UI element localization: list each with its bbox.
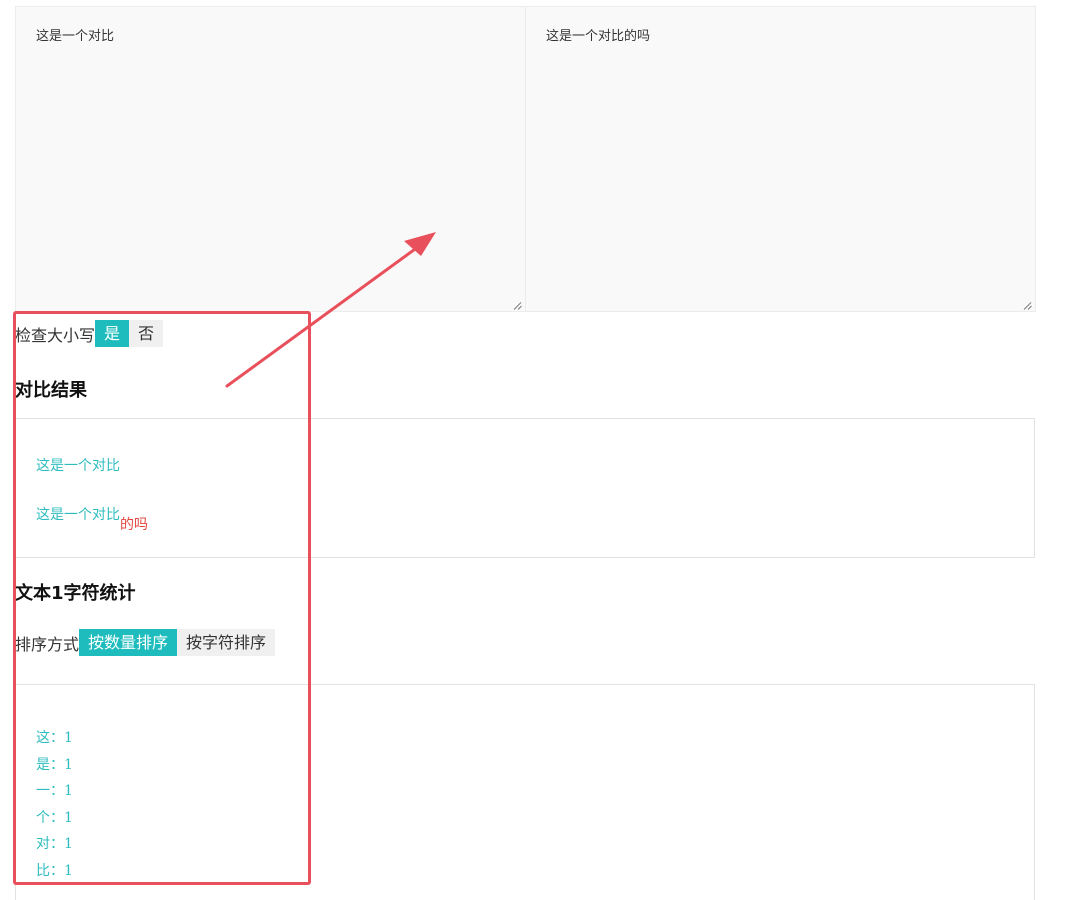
- stats-item: 对：1: [36, 836, 73, 852]
- sort-by-count-button[interactable]: 按数量排序: [79, 629, 178, 656]
- result-line-2-added: 的吗: [120, 517, 148, 533]
- stats-heading: 文本1字符统计: [15, 583, 136, 604]
- case-check-row: 检查大小写 是 否: [15, 320, 164, 347]
- result-box: 这是一个对比 这是一个对比的吗: [15, 418, 1035, 558]
- stats-item: 一：1: [36, 783, 73, 799]
- stats-item: 比：1: [36, 862, 73, 879]
- text2-resize-handle[interactable]: [1024, 301, 1032, 309]
- stats-item: 这：1: [36, 730, 73, 746]
- text2-input[interactable]: [525, 6, 1036, 312]
- stats-item: 个：1: [36, 809, 73, 826]
- text1-resize-handle[interactable]: [514, 301, 522, 309]
- stats-box: 这：1 是：1 一：1 个：1 对：1 比：1: [15, 684, 1035, 900]
- stats-item: 是：1: [36, 756, 73, 773]
- case-yes-button[interactable]: 是: [95, 320, 130, 347]
- text1-input[interactable]: [15, 6, 526, 312]
- stats-list: 这：1 是：1 一：1 个：1 对：1 比：1: [36, 725, 73, 884]
- result-line-2: 这是一个对比的吗: [36, 504, 148, 533]
- case-no-button[interactable]: 否: [129, 320, 164, 347]
- sort-by-char-button[interactable]: 按字符排序: [177, 629, 276, 656]
- result-heading: 对比结果: [15, 380, 87, 401]
- case-check-label: 检查大小写: [15, 325, 96, 345]
- sort-label: 排序方式: [15, 634, 80, 654]
- sort-row: 排序方式 按数量排序 按字符排序: [15, 629, 276, 656]
- result-line-2-same: 这是一个对比: [36, 507, 120, 523]
- result-line-1: 这是一个对比: [36, 458, 120, 474]
